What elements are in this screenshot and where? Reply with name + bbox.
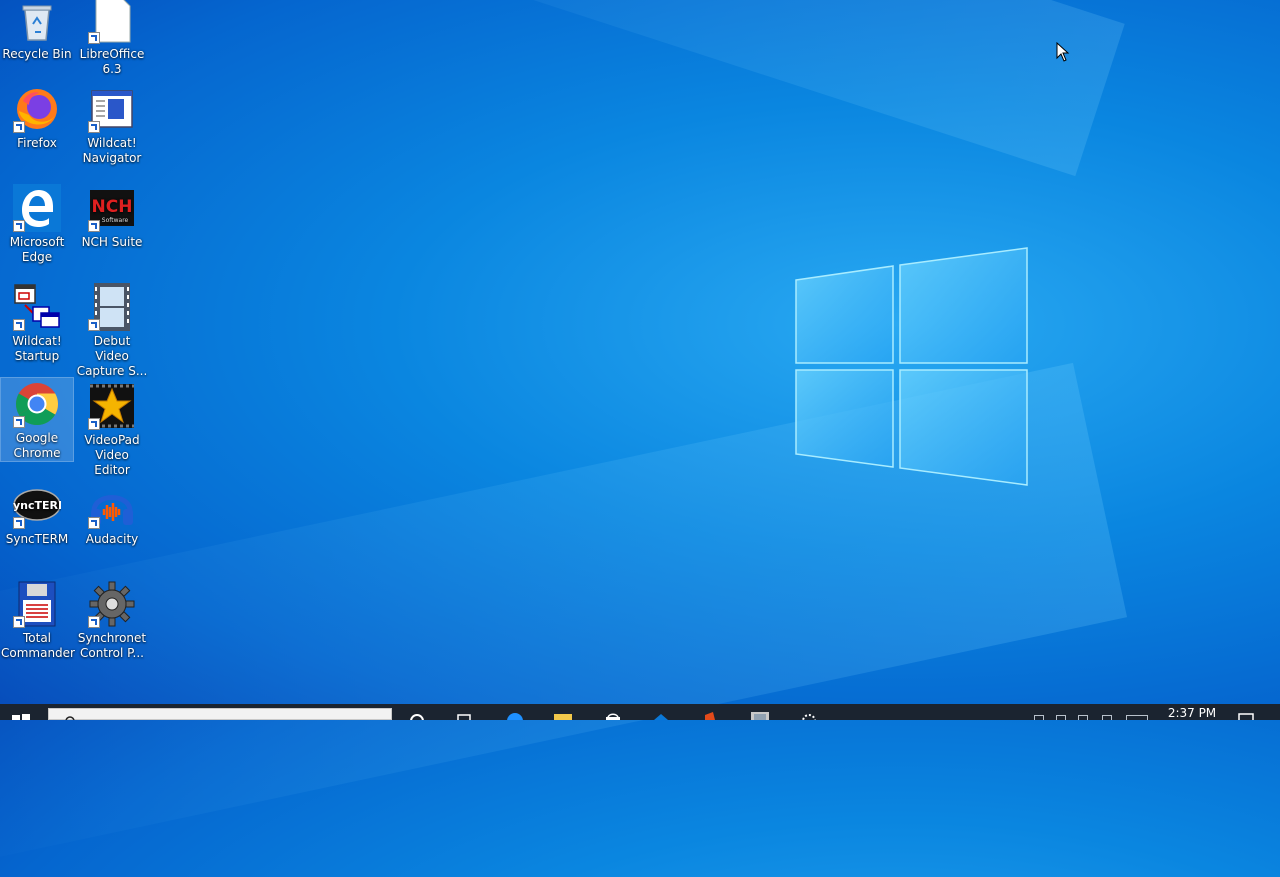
- desktop-icon-total-commander[interactable]: Total Commander: [1, 578, 75, 661]
- network-icon[interactable]: [1056, 715, 1066, 720]
- light-beam: [219, 0, 1125, 177]
- recycle-bin-icon: [22, 5, 52, 41]
- desktop-icon-firefox[interactable]: Firefox: [1, 83, 73, 151]
- taskbar-clock[interactable]: 2:37 PM: [1164, 706, 1220, 720]
- desktop-icon-wildcat-navigator[interactable]: Wildcat! Navigator: [76, 83, 148, 166]
- app-icon[interactable]: [749, 712, 771, 720]
- desktop-icon-libreoffice[interactable]: LibreOffice 6.3: [76, 0, 148, 77]
- task-view-icon[interactable]: [453, 712, 475, 720]
- tray-chevron-icon[interactable]: [1034, 715, 1044, 720]
- syncterm-logo-text: SyncTERM: [13, 499, 61, 512]
- taskbar: 2:37 PM: [0, 704, 1280, 720]
- shortcut-arrow-icon: [88, 517, 100, 529]
- desktop-icon-label: Debut Video Capture S...: [76, 334, 148, 378]
- windows-start-icon[interactable]: [12, 714, 30, 720]
- desktop-icon-nch-suite[interactable]: NCH Software NCH Suite: [76, 182, 148, 250]
- action-center-icon[interactable]: [1238, 713, 1254, 720]
- mail-icon[interactable]: [650, 712, 672, 720]
- desktop-icon-label: SyncTERM: [5, 532, 69, 546]
- file-explorer-icon[interactable]: [552, 712, 574, 720]
- desktop-icon-synchronet-control-panel[interactable]: Synchronet Control P...: [76, 578, 148, 661]
- edge-icon[interactable]: [504, 712, 526, 720]
- desktop-icon-label: Recycle Bin: [2, 47, 72, 61]
- battery-icon[interactable]: [1078, 715, 1088, 720]
- desktop-icon-label: Wildcat! Navigator: [82, 136, 142, 165]
- mouse-cursor-icon: [1056, 42, 1070, 62]
- desktop-icon-label: NCH Suite: [81, 235, 143, 249]
- desktop-icon-audacity[interactable]: Audacity: [76, 479, 148, 547]
- search-icon: [65, 716, 75, 720]
- shortcut-arrow-icon: [88, 616, 100, 628]
- office-icon[interactable]: [699, 712, 721, 720]
- desktop-icon-recycle-bin[interactable]: Recycle Bin: [1, 0, 73, 62]
- gear-icon[interactable]: [798, 712, 820, 720]
- desktop-icon-label: Total Commander: [1, 631, 75, 660]
- desktop-icon-label: Google Chrome: [13, 431, 61, 460]
- shortcut-arrow-icon: [13, 616, 25, 628]
- desktop-icon-wildcat-startup[interactable]: Wildcat! Startup: [1, 281, 73, 364]
- taskbar-search-box[interactable]: [48, 708, 392, 720]
- desktop-icon-label: Wildcat! Startup: [12, 334, 62, 363]
- shortcut-arrow-icon: [88, 32, 100, 44]
- desktop-icon-syncterm[interactable]: SyncTERM SyncTERM: [1, 479, 73, 547]
- nch-logo-text: NCH: [92, 197, 133, 217]
- windows-logo: [795, 247, 1028, 486]
- cortana-icon[interactable]: [406, 712, 428, 720]
- shortcut-arrow-icon: [13, 220, 25, 232]
- nch-logo-subtext: Software: [102, 217, 129, 224]
- store-icon[interactable]: [602, 712, 624, 720]
- shortcut-arrow-icon: [13, 121, 25, 133]
- desktop-icon-debut-video-capture[interactable]: Debut Video Capture S...: [76, 281, 148, 379]
- desktop-icon-label: Synchronet Control P...: [77, 631, 147, 660]
- shortcut-arrow-icon: [88, 220, 100, 232]
- language-icon[interactable]: [1126, 715, 1148, 720]
- shortcut-arrow-icon: [88, 121, 100, 133]
- volume-icon[interactable]: [1102, 715, 1112, 720]
- desktop-icon-microsoft-edge[interactable]: Microsoft Edge: [1, 182, 73, 265]
- desktop-icon-label: Audacity: [85, 532, 139, 546]
- desktop-icon-videopad[interactable]: VideoPad Video Editor: [76, 380, 148, 478]
- desktop-icon-google-chrome[interactable]: Google Chrome: [0, 377, 74, 462]
- desktop-icon-label: VideoPad Video Editor: [84, 433, 140, 477]
- shortcut-arrow-icon: [13, 319, 25, 331]
- desktop-icon-label: LibreOffice 6.3: [79, 47, 145, 76]
- shortcut-arrow-icon: [13, 517, 25, 529]
- shortcut-arrow-icon: [88, 319, 100, 331]
- desktop-icon-label: Microsoft Edge: [9, 235, 65, 264]
- shortcut-arrow-icon: [88, 418, 100, 430]
- shortcut-arrow-icon: [13, 416, 25, 428]
- desktop-icon-label: Firefox: [17, 136, 57, 150]
